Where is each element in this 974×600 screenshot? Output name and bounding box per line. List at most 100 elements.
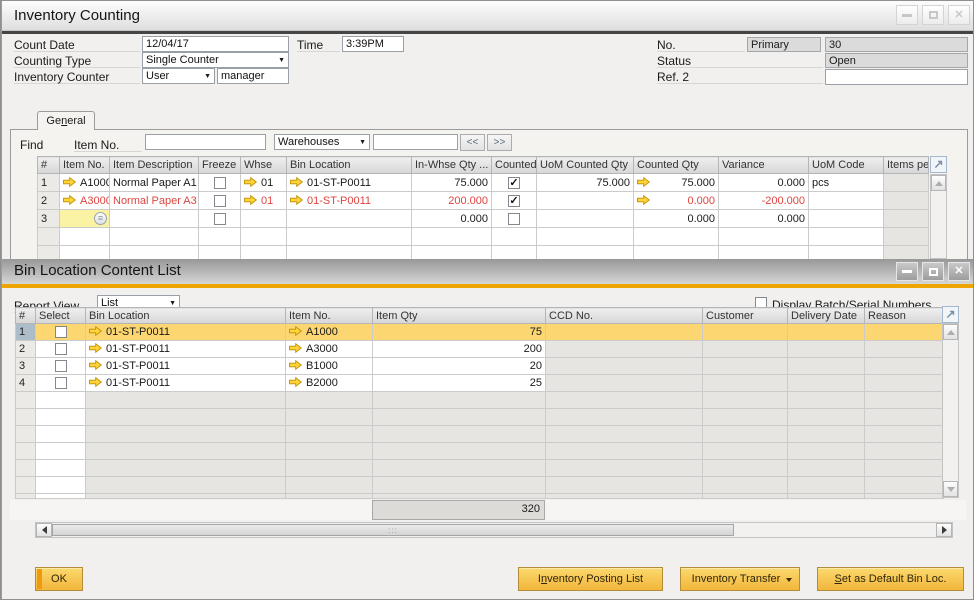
ok-button[interactable]: OK xyxy=(35,567,83,591)
series-box[interactable]: Primary xyxy=(747,37,821,52)
column-header[interactable]: Item Qty xyxy=(373,308,546,324)
counted-checkbox[interactable]: ✓ xyxy=(508,177,520,189)
column-header[interactable]: Bin Location xyxy=(287,157,412,174)
link-arrow-icon[interactable] xyxy=(89,343,102,355)
counted-qty-cell[interactable]: 0.000 xyxy=(634,210,719,228)
inventory-transfer-button[interactable]: Inventory Transfer xyxy=(680,567,800,591)
close-button[interactable]: ✕ xyxy=(948,5,970,25)
freeze-cell[interactable] xyxy=(199,192,241,210)
row-number-cell[interactable]: 4 xyxy=(16,375,36,392)
tab-general[interactable]: General xyxy=(37,111,95,130)
column-header[interactable]: Select xyxy=(36,308,86,324)
row-number-cell[interactable]: 2 xyxy=(16,341,36,358)
empty-table-row[interactable] xyxy=(16,477,944,494)
row-number-cell[interactable]: 3 xyxy=(38,210,60,228)
find-warehouse-input[interactable] xyxy=(373,134,458,150)
minimize-button[interactable] xyxy=(896,5,918,25)
link-arrow-icon[interactable] xyxy=(63,177,76,189)
table-row[interactable]: 201-ST-P0011A3000200 xyxy=(16,341,944,358)
minimize-button[interactable] xyxy=(896,262,918,281)
in-whse-qty-cell[interactable]: 200.000 xyxy=(412,192,492,210)
select-checkbox[interactable] xyxy=(55,343,67,355)
column-header[interactable]: In-Whse Qty ... xyxy=(412,157,492,174)
table-row[interactable]: 101-ST-P0011A100075 xyxy=(16,324,944,341)
freeze-cell[interactable] xyxy=(199,210,241,228)
item-no-cell[interactable]: B1000 xyxy=(286,358,373,375)
link-arrow-icon[interactable] xyxy=(637,195,650,207)
row-number-cell[interactable]: 3 xyxy=(16,358,36,375)
column-header[interactable]: Freeze xyxy=(199,157,241,174)
freeze-checkbox[interactable] xyxy=(214,195,226,207)
previous-record-button[interactable]: << xyxy=(460,134,485,151)
table1-vertical-scrollbar[interactable] xyxy=(930,174,947,259)
bin-location-cell[interactable]: 01-ST-P0011 xyxy=(86,324,286,341)
item-description-cell[interactable]: Normal Paper A1 00 xyxy=(110,174,199,192)
counted-qty-cell[interactable]: 0.000 xyxy=(634,192,719,210)
item-no-cell[interactable]: A3000 xyxy=(60,192,110,210)
item-no-cell[interactable]: A3000 xyxy=(286,341,373,358)
counter-type-select[interactable]: User ▼ xyxy=(142,68,215,84)
column-header[interactable]: # xyxy=(38,157,60,174)
window-titlebar[interactable]: Inventory Counting ✕ xyxy=(2,1,974,31)
maximize-button[interactable] xyxy=(922,262,944,281)
item-no-cell[interactable]: ≡ xyxy=(60,210,110,228)
whse-cell[interactable] xyxy=(241,210,287,228)
select-checkbox[interactable] xyxy=(55,377,67,389)
row-number-cell[interactable]: 1 xyxy=(16,324,36,341)
column-header[interactable]: Items pe... xyxy=(884,157,929,174)
horizontal-scrollbar[interactable]: ::: xyxy=(35,522,953,538)
table2-vertical-scrollbar[interactable] xyxy=(942,323,959,498)
table-header-row[interactable]: #Item No.Item DescriptionFreezeWhseBin L… xyxy=(38,157,929,174)
time-input[interactable] xyxy=(342,36,404,52)
select-cell[interactable] xyxy=(36,358,86,375)
counting-type-select[interactable]: Single Counter ▼ xyxy=(142,52,289,68)
empty-table-row[interactable] xyxy=(16,392,944,409)
column-header[interactable]: # xyxy=(16,308,36,324)
select-checkbox[interactable] xyxy=(55,326,67,338)
column-header[interactable]: Reason xyxy=(865,308,944,324)
link-arrow-icon[interactable] xyxy=(290,195,303,207)
table-row[interactable]: 301-ST-P0011B100020 xyxy=(16,358,944,375)
table-row[interactable]: 2A3000Normal Paper A3 000101-ST-P0011200… xyxy=(38,192,929,210)
column-header[interactable]: Delivery Date xyxy=(788,308,865,324)
select-cell[interactable] xyxy=(36,375,86,392)
item-qty-cell[interactable]: 25 xyxy=(373,375,546,392)
column-header[interactable]: Item Description xyxy=(110,157,199,174)
link-arrow-icon[interactable] xyxy=(244,177,257,189)
freeze-checkbox[interactable] xyxy=(214,177,226,189)
variance-cell[interactable]: -200.000 xyxy=(719,192,809,210)
uom-counted-qty-cell[interactable]: 75.000 xyxy=(537,174,634,192)
column-header[interactable]: Variance xyxy=(719,157,809,174)
table-header-row[interactable]: #SelectBin LocationItem No.Item QtyCCD N… xyxy=(16,308,944,324)
column-header[interactable]: Item No. xyxy=(286,308,373,324)
column-header[interactable]: CCD No. xyxy=(546,308,703,324)
doc-number-box[interactable]: 30 xyxy=(825,37,968,52)
item-qty-cell[interactable]: 75 xyxy=(373,324,546,341)
select-checkbox[interactable] xyxy=(55,360,67,372)
warehouses-select[interactable]: Warehouses ▼ xyxy=(274,134,370,150)
column-header[interactable]: Item No. xyxy=(60,157,110,174)
whse-cell[interactable]: 01 xyxy=(241,192,287,210)
scroll-down-button[interactable] xyxy=(943,481,958,497)
window-titlebar[interactable]: Bin Location Content List ✕ xyxy=(2,259,974,284)
link-arrow-icon[interactable] xyxy=(89,360,102,372)
uom-counted-qty-cell[interactable] xyxy=(537,192,634,210)
link-arrow-icon[interactable] xyxy=(63,195,76,207)
find-item-input[interactable] xyxy=(145,134,266,150)
row-number-cell[interactable]: 1 xyxy=(38,174,60,192)
link-arrow-icon[interactable] xyxy=(289,326,302,338)
scroll-up-button[interactable] xyxy=(931,175,946,191)
table-row[interactable]: 1A1000Normal Paper A1 000101-ST-P001175.… xyxy=(38,174,929,192)
select-cell[interactable] xyxy=(36,324,86,341)
link-arrow-icon[interactable] xyxy=(637,177,650,189)
variance-cell[interactable]: 0.000 xyxy=(719,210,809,228)
counted-cell[interactable]: ✓ xyxy=(492,174,537,192)
expand-grid-icon[interactable]: ↗ xyxy=(930,156,947,173)
table-row[interactable]: 401-ST-P0011B200025 xyxy=(16,375,944,392)
column-header[interactable]: UoM Counted Qty xyxy=(537,157,634,174)
expand-grid-icon[interactable]: ↗ xyxy=(942,306,959,323)
select-cell[interactable] xyxy=(36,341,86,358)
variance-cell[interactable]: 0.000 xyxy=(719,174,809,192)
column-header[interactable]: Counted xyxy=(492,157,537,174)
item-qty-cell[interactable]: 200 xyxy=(373,341,546,358)
